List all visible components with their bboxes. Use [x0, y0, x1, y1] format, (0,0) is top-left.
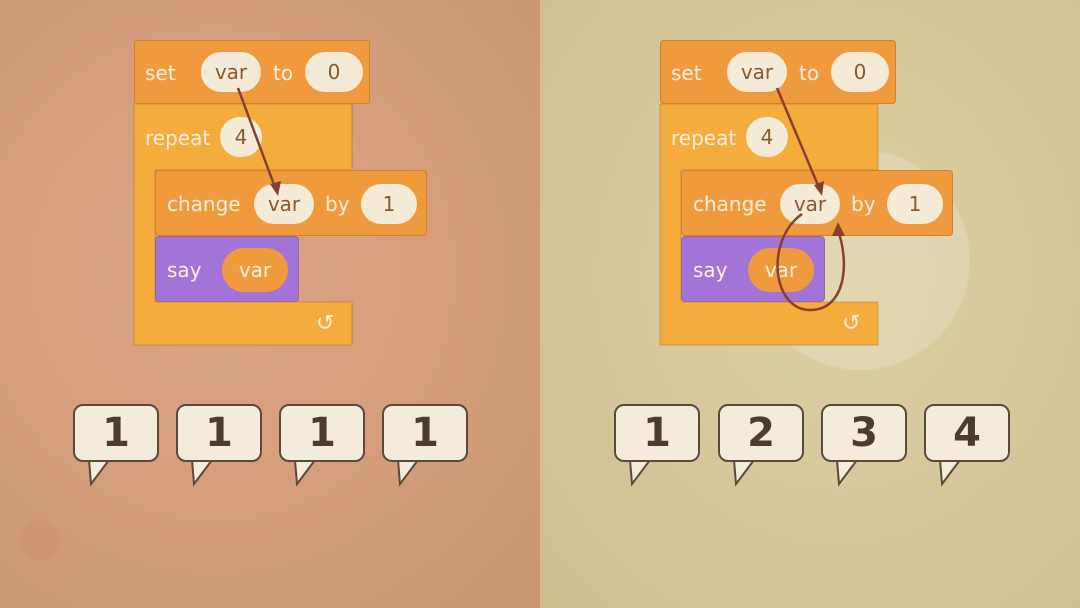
- set-var-pill[interactable]: var: [727, 52, 787, 92]
- repeat-count-pill[interactable]: 4: [746, 117, 788, 157]
- by-keyword: by: [325, 192, 350, 216]
- by-keyword: by: [851, 192, 876, 216]
- set-block[interactable]: set var to 0: [660, 40, 896, 104]
- initial-value-pill[interactable]: 0: [305, 52, 363, 92]
- right-panel: set var to 0 repeat 4 change var by 1 sa…: [540, 0, 1080, 608]
- loop-arrow-icon: ↺: [316, 311, 335, 336]
- set-keyword: set: [671, 61, 702, 85]
- speech-bubble-value: 3: [821, 404, 907, 462]
- speech-bubble-value: 1: [176, 404, 262, 462]
- change-var-pill[interactable]: var: [780, 184, 840, 224]
- speech-bubble-value: 1: [73, 404, 159, 462]
- to-keyword: to: [273, 61, 294, 85]
- set-var-pill[interactable]: var: [201, 52, 261, 92]
- set-block[interactable]: set var to 0: [134, 40, 370, 104]
- repeat-keyword: repeat: [145, 126, 211, 150]
- initial-value-pill[interactable]: 0: [831, 52, 889, 92]
- say-var-pill[interactable]: var: [222, 248, 288, 292]
- speech-bubble-value: 1: [382, 404, 468, 462]
- change-block[interactable]: change var by 1: [681, 170, 953, 236]
- change-block[interactable]: change var by 1: [155, 170, 427, 236]
- change-keyword: change: [693, 192, 767, 216]
- say-var-pill[interactable]: var: [748, 248, 814, 292]
- increment-pill[interactable]: 1: [887, 184, 943, 224]
- say-block[interactable]: say var: [155, 236, 299, 302]
- change-var-pill[interactable]: var: [254, 184, 314, 224]
- increment-pill[interactable]: 1: [361, 184, 417, 224]
- repeat-keyword: repeat: [671, 126, 737, 150]
- to-keyword: to: [799, 61, 820, 85]
- change-keyword: change: [167, 192, 241, 216]
- say-block[interactable]: say var: [681, 236, 825, 302]
- set-keyword: set: [145, 61, 176, 85]
- loop-arrow-icon: ↺: [842, 311, 861, 336]
- speech-bubble-value: 4: [924, 404, 1010, 462]
- left-panel: set var to 0 repeat 4 change var by 1 sa…: [0, 0, 540, 608]
- repeat-count-pill[interactable]: 4: [220, 117, 262, 157]
- speech-bubble-value: 2: [718, 404, 804, 462]
- say-keyword: say: [167, 258, 202, 282]
- speech-bubble-value: 1: [279, 404, 365, 462]
- say-keyword: say: [693, 258, 728, 282]
- speech-bubble-value: 1: [614, 404, 700, 462]
